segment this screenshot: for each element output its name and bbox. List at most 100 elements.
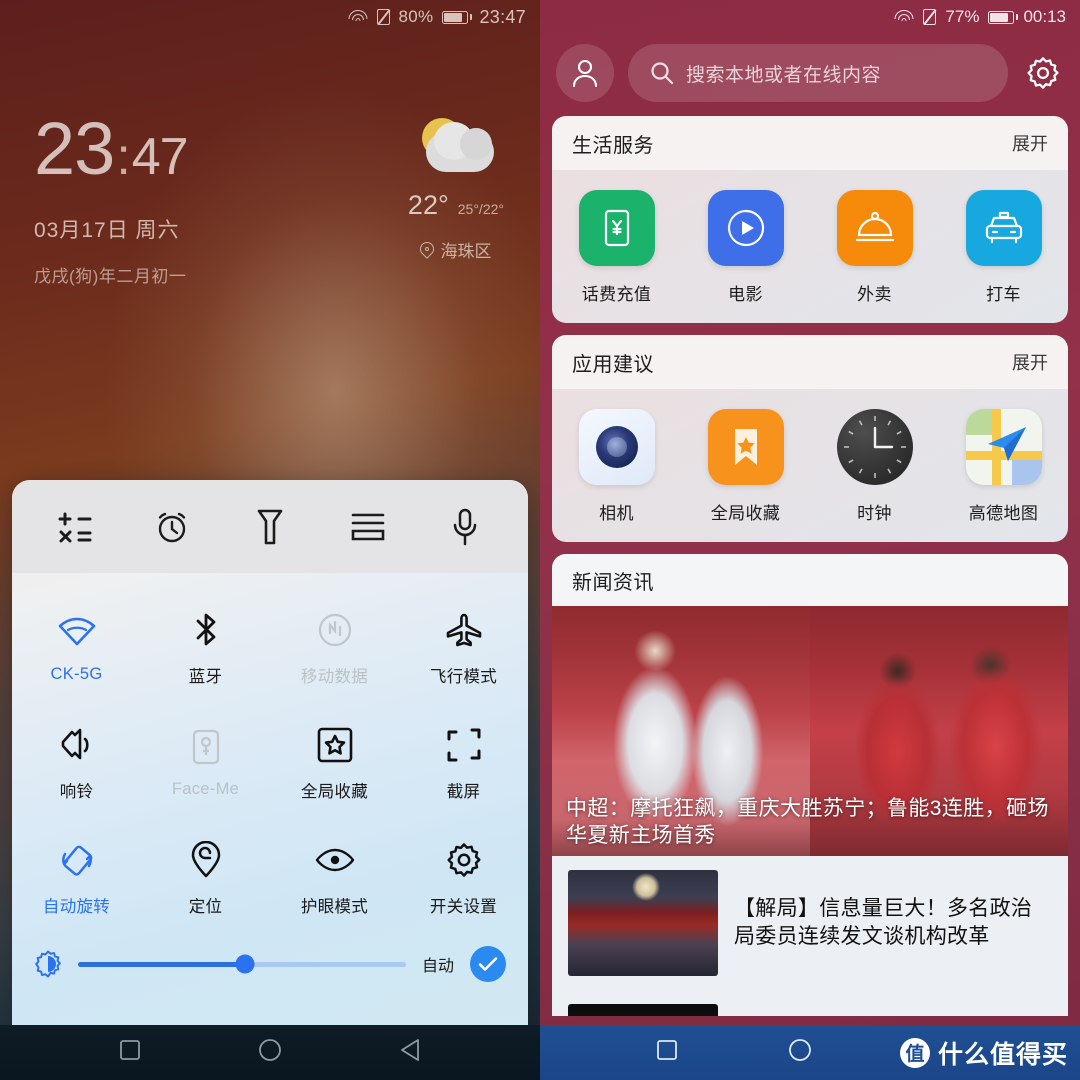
movie-play-icon <box>707 190 784 266</box>
toggle-ringer[interactable]: 响铃 <box>12 706 141 821</box>
app-label: 高德地图 <box>968 504 1039 523</box>
app-taxi[interactable]: 打车 <box>939 190 1068 305</box>
news-header: 新闻资讯 <box>552 554 1068 606</box>
app-food-delivery[interactable]: 外卖 <box>810 190 939 305</box>
split-screen-icon[interactable] <box>341 500 395 554</box>
news-item[interactable]: 【解局】信息量巨大！多名政治局委员连续发文谈机构改革 <box>552 856 1068 990</box>
recorder-icon[interactable] <box>438 500 492 554</box>
toggle-auto-rotate[interactable]: 自动旋转 <box>12 821 141 936</box>
dual-screenshot: 80% 23:47 23 : 47 03月17日 周六 戊戌(狗)年二月初一 2… <box>0 0 1080 1080</box>
clock-icon <box>836 409 913 485</box>
brightness-slider-thumb[interactable] <box>235 954 255 974</box>
toggle-mobile-data[interactable]: 移动数据 <box>270 591 399 706</box>
no-sim-icon <box>376 9 390 25</box>
toggle-eye-comfort-label: 护眼模式 <box>300 897 369 916</box>
right-status-bar: 77% 00:13 <box>540 0 1080 34</box>
auto-brightness-checkbox[interactable] <box>470 946 506 982</box>
app-clock[interactable]: 时钟 <box>810 409 939 524</box>
card-header: 生活服务 展开 <box>552 116 1068 170</box>
app-label: 打车 <box>986 285 1021 304</box>
lock-time: 23 : 47 <box>34 107 189 190</box>
app-phone-recharge[interactable]: 话费充值 <box>552 190 681 305</box>
circle-icon[interactable] <box>788 1038 812 1067</box>
status-clock: 00:13 <box>1023 7 1066 26</box>
toggle-wifi[interactable]: CK-5G <box>12 591 141 706</box>
taxi-icon <box>965 190 1042 266</box>
lock-weather-widget[interactable]: 22° 25°/22° 海珠区 <box>408 118 504 262</box>
user-avatar-icon[interactable] <box>556 44 614 102</box>
news-hero[interactable]: 中超：摩托狂飙，重庆大胜苏宁；鲁能3连胜，砸场华夏新主场首秀 <box>552 606 1068 856</box>
toggle-ringer-label: 响铃 <box>59 782 94 801</box>
alarm-icon[interactable] <box>145 500 199 554</box>
card-title: 应用建议 <box>572 353 654 376</box>
weather-location-label: 海珠区 <box>440 242 492 261</box>
lock-hours: 23 <box>34 107 115 190</box>
news-title: 新闻资讯 <box>572 571 654 594</box>
square-icon[interactable] <box>119 1039 141 1066</box>
triangle-back-icon[interactable] <box>399 1038 421 1067</box>
phone-recharge-icon <box>578 190 655 266</box>
square-icon[interactable] <box>656 1039 678 1066</box>
brightness-row: 自动 <box>12 936 528 982</box>
no-sim-icon <box>923 9 937 25</box>
right-navigation-bar: 值 什么值得买 <box>540 1025 1080 1080</box>
star-box-icon <box>317 726 353 764</box>
app-camera[interactable]: 相机 <box>552 409 681 524</box>
face-me-icon <box>192 728 220 766</box>
gear-icon[interactable] <box>1022 52 1064 94</box>
weather-current-temp: 22° <box>407 190 449 220</box>
toggle-bluetooth[interactable]: 蓝牙 <box>141 591 270 706</box>
lock-clock-block: 23 : 47 03月17日 周六 戊戌(狗)年二月初一 <box>34 107 189 287</box>
flashlight-icon[interactable] <box>243 500 297 554</box>
amap-icon <box>965 409 1042 485</box>
weather-temp-range: 25°/22° <box>457 201 504 217</box>
bookmark-star-icon <box>707 409 784 485</box>
news-item[interactable] <box>552 990 1068 1016</box>
search-input[interactable]: 搜索本地或者在线内容 <box>628 44 1008 102</box>
app-movie[interactable]: 电影 <box>681 190 810 305</box>
wifi-icon <box>58 613 96 651</box>
toggle-row-2: 响铃 Face-Me 全局收藏 截屏 <box>12 706 528 821</box>
toggle-eye-comfort[interactable]: 护眼模式 <box>270 821 399 936</box>
left-status-bar: 80% 23:47 <box>0 0 540 34</box>
food-delivery-icon <box>836 190 913 266</box>
card-title: 生活服务 <box>572 134 654 157</box>
toggle-switch-settings[interactable]: 开关设置 <box>399 821 528 936</box>
card-life-services: 生活服务 展开 话费充值 电影 外卖 打车 <box>552 116 1068 323</box>
circle-icon[interactable] <box>258 1038 282 1067</box>
toggle-mobile-data-label: 移动数据 <box>300 667 369 686</box>
weather-temps: 22° 25°/22° <box>408 190 504 221</box>
watermark-badge: 值 <box>899 1037 930 1068</box>
weather-location: 海珠区 <box>408 237 504 262</box>
ringer-icon <box>59 726 95 764</box>
toggle-location[interactable]: 定位 <box>141 821 270 936</box>
card-expand-action[interactable]: 展开 <box>1012 349 1048 375</box>
card-app-suggestions: 应用建议 展开 相机 全局收藏 时钟 高德地图 <box>552 335 1068 542</box>
gear-icon <box>446 841 482 879</box>
toggle-face-me[interactable]: Face-Me <box>141 706 270 821</box>
watermark: 值 什么值得买 <box>899 1035 1068 1071</box>
card-body: 相机 全局收藏 时钟 高德地图 <box>552 389 1068 542</box>
auto-rotate-icon <box>58 841 96 879</box>
toggle-global-favorites[interactable]: 全局收藏 <box>270 706 399 821</box>
brightness-slider[interactable] <box>78 954 406 974</box>
app-global-favorites[interactable]: 全局收藏 <box>681 409 810 524</box>
app-amap[interactable]: 高德地图 <box>939 409 1068 524</box>
lock-screen-pane: 80% 23:47 23 : 47 03月17日 周六 戊戌(狗)年二月初一 2… <box>0 0 540 1080</box>
battery-icon <box>988 10 1019 24</box>
toggle-screenshot-label: 截屏 <box>446 782 481 801</box>
screenshot-icon <box>446 726 482 764</box>
app-label: 电影 <box>728 285 763 304</box>
search-header: 搜索本地或者在线内容 <box>540 34 1080 116</box>
toggle-airplane-mode[interactable]: 飞行模式 <box>399 591 528 706</box>
toggle-screenshot[interactable]: 截屏 <box>399 706 528 821</box>
location-pin-icon <box>191 840 221 879</box>
calculator-icon[interactable] <box>48 500 102 554</box>
quick-toggle-grid: CK-5G 蓝牙 移动数据 飞行模式 响铃 Face-Me 全局收藏 截屏 自动… <box>12 573 528 982</box>
bluetooth-icon <box>193 611 219 649</box>
quick-shortcut-row <box>12 480 528 573</box>
news-thumbnail <box>568 1004 718 1016</box>
card-expand-action[interactable]: 展开 <box>1012 130 1048 156</box>
wifi-icon <box>348 9 368 25</box>
app-label: 话费充值 <box>581 285 652 304</box>
